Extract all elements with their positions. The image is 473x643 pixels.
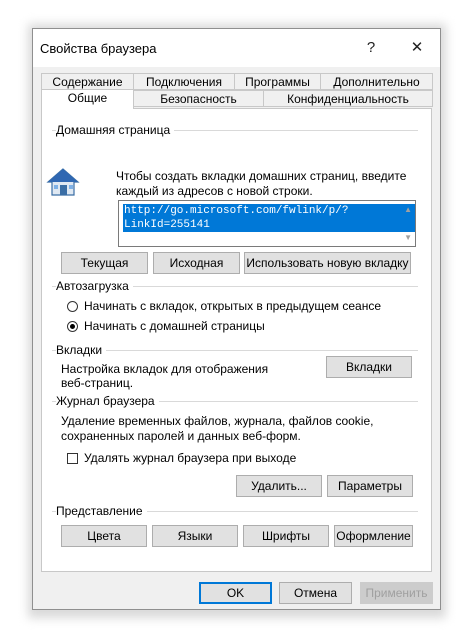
delete-history-button[interactable]: Удалить...: [236, 475, 322, 497]
scroll-down-icon[interactable]: ▼: [404, 233, 412, 242]
ok-button[interactable]: OK: [199, 582, 272, 604]
home-page-url: http://go.microsoft.com/fwlink/p/?LinkId…: [123, 204, 415, 232]
delete-history-on-exit-label: Удалять журнал браузера при выходе: [84, 451, 297, 465]
tab-security[interactable]: Безопасность: [133, 90, 264, 107]
startup-home-page-label: Начинать с домашней страницы: [84, 319, 265, 333]
house-icon: [46, 168, 80, 196]
history-settings-button[interactable]: Параметры: [327, 475, 413, 497]
home-page-url-input[interactable]: http://go.microsoft.com/fwlink/p/?LinkId…: [118, 200, 416, 247]
appearance-group-title: Представление: [56, 504, 147, 518]
tab-privacy[interactable]: Конфиденциальность: [263, 90, 433, 107]
colors-button[interactable]: Цвета: [61, 525, 147, 547]
tabs-description-line2: веб-страниц.: [61, 376, 134, 390]
scroll-up-icon[interactable]: ▲: [404, 205, 412, 214]
delete-history-on-exit-checkbox[interactable]: [67, 453, 78, 464]
tabs-description-line1: Настройка вкладок для отображения: [61, 362, 269, 376]
title-bar: Свойства браузера ? ✕: [33, 29, 440, 67]
apply-button[interactable]: Применить: [360, 582, 433, 604]
browser-properties-dialog: Свойства браузера ? ✕ Содержание Подключ…: [32, 28, 441, 610]
window-title: Свойства браузера: [40, 41, 157, 56]
history-description-line1: Удаление временных файлов, журнала, файл…: [61, 414, 374, 428]
tabs-settings-button[interactable]: Вкладки: [326, 356, 412, 378]
home-description-line2: каждый из адресов с новой строки.: [116, 184, 313, 198]
tab-connections[interactable]: Подключения: [133, 73, 235, 90]
history-group-title: Журнал браузера: [56, 394, 159, 408]
tab-programs[interactable]: Программы: [234, 73, 321, 90]
close-icon[interactable]: ✕: [397, 35, 437, 61]
tab-advanced[interactable]: Дополнительно: [320, 73, 433, 90]
help-icon[interactable]: ?: [351, 35, 391, 61]
use-current-button[interactable]: Текущая: [61, 252, 148, 274]
accessibility-button[interactable]: Оформление: [334, 525, 413, 547]
tab-content[interactable]: Содержание: [41, 73, 134, 90]
tabs-group-title: Вкладки: [56, 343, 107, 357]
home-page-group-title: Домашняя страница: [56, 123, 175, 137]
languages-button[interactable]: Языки: [152, 525, 238, 547]
home-description-line1: Чтобы создать вкладки домашних страниц, …: [116, 169, 407, 183]
fonts-button[interactable]: Шрифты: [243, 525, 329, 547]
general-tab-panel: Домашняя страница Чтобы создать вкладки …: [41, 108, 432, 572]
startup-previous-session-radio[interactable]: [67, 301, 78, 312]
tab-general[interactable]: Общие: [41, 89, 134, 109]
use-default-button[interactable]: Исходная: [153, 252, 240, 274]
tab-strip: Содержание Подключения Программы Дополни…: [41, 73, 433, 109]
startup-home-page-radio[interactable]: [67, 321, 78, 332]
use-new-tab-button[interactable]: Использовать новую вкладку: [244, 252, 411, 274]
startup-previous-session-label: Начинать с вкладок, открытых в предыдуще…: [84, 299, 381, 313]
divider: [52, 350, 418, 351]
history-description-line2: сохраненных паролей и данных веб-форм.: [61, 429, 301, 443]
cancel-button[interactable]: Отмена: [279, 582, 352, 604]
startup-group-title: Автозагрузка: [56, 279, 133, 293]
